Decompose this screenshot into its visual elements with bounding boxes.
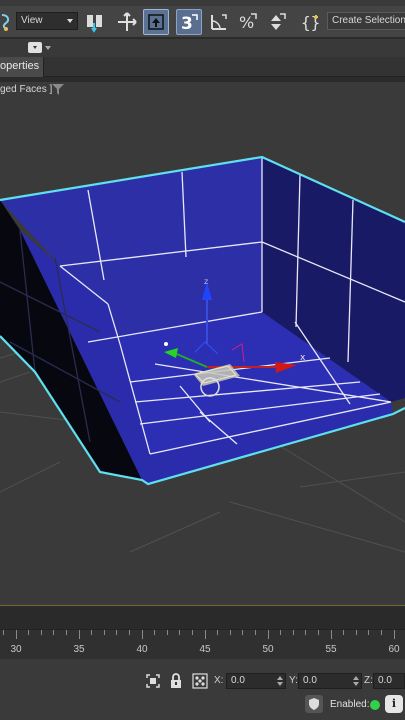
y-coord-value: 0.0 — [303, 675, 317, 686]
absolute-mode-icon[interactable] — [192, 673, 208, 689]
ruler-tick — [318, 630, 319, 635]
z-coord-field[interactable]: 0.0 — [373, 673, 405, 689]
ruler-tick — [192, 630, 193, 635]
enabled-status-icon[interactable] — [370, 700, 380, 710]
spinner-icon[interactable] — [277, 675, 283, 687]
gizmo-x-label: x — [300, 353, 306, 363]
ruler-tick — [204, 630, 206, 639]
lock-icon[interactable] — [168, 673, 184, 689]
main-toolbar: View 3 % {} Create Selection S — [0, 6, 405, 38]
chevron-down-icon — [67, 19, 73, 23]
perspective-viewport[interactable]: ged Faces ] z x — [0, 82, 405, 606]
ruler-tick — [154, 630, 156, 635]
ribbon-row — [0, 39, 405, 57]
svg-text:{}: {} — [301, 13, 320, 32]
ruler-tick — [166, 630, 168, 635]
ruler-tick — [28, 630, 30, 635]
x-coord-field[interactable]: 0.0 — [226, 673, 286, 689]
ruler-tick — [3, 630, 4, 635]
status-bar: X: 0.0 Y: 0.0 Z: 0.0 Enabled: i — [0, 659, 405, 720]
ruler-tick — [129, 630, 130, 635]
create-selection-set-field[interactable]: Create Selection S — [327, 12, 405, 30]
y-coord-label: Y: — [289, 675, 298, 686]
ruler-label: 30 — [10, 644, 22, 655]
svg-text:%: % — [239, 13, 254, 32]
x-coord-value: 0.0 — [231, 675, 245, 686]
ruler-tick — [343, 630, 345, 635]
select-object-icon[interactable] — [143, 9, 169, 35]
svg-text:3: 3 — [181, 14, 193, 33]
ruler-tick — [242, 630, 244, 635]
selection-set-text: Create Selection S — [332, 15, 405, 26]
track-bar-ruler[interactable]: 30 35 40 45 50 55 60 — [0, 629, 405, 659]
z-coord-value: 0.0 — [378, 675, 392, 686]
ruler-label: 60 — [388, 644, 400, 655]
ruler-tick — [381, 630, 382, 635]
ruler-label: 45 — [199, 644, 211, 655]
ruler-label: 50 — [262, 644, 274, 655]
y-coord-field[interactable]: 0.0 — [298, 673, 362, 689]
panel-tab-bar: operties — [0, 57, 405, 77]
x-coord-label: X: — [214, 675, 224, 686]
tab-properties[interactable]: operties — [0, 57, 44, 77]
scene-canvas: z x — [0, 155, 405, 553]
pivot-center-icon[interactable] — [82, 9, 108, 35]
info-button[interactable]: i — [385, 695, 403, 713]
ruler-tick — [103, 630, 105, 635]
z-coord-label: Z: — [364, 675, 373, 686]
ruler-tick — [267, 630, 269, 639]
ruler-tick — [91, 630, 93, 635]
ruler-tick — [15, 630, 17, 639]
gizmo-z-label: z — [204, 277, 208, 286]
ruler-tick — [330, 630, 332, 639]
percent-snap-icon[interactable]: % — [235, 9, 261, 35]
view-dropdown-value: View — [21, 15, 43, 26]
ribbon-toggle-button[interactable] — [28, 42, 42, 53]
adaptive-degradation-button[interactable] — [305, 695, 323, 713]
ruler-tick — [229, 630, 231, 635]
angle-snap-icon[interactable] — [206, 9, 232, 35]
ruler-tick — [368, 630, 370, 635]
ruler-label: 35 — [73, 644, 85, 655]
ruler-label: 40 — [136, 644, 148, 655]
ruler-tick — [141, 630, 143, 639]
ruler-tick — [217, 630, 219, 635]
isolate-selection-icon[interactable] — [145, 673, 161, 689]
named-selection-icon[interactable]: {} — [298, 9, 324, 35]
move-gizmo-icon[interactable] — [114, 9, 140, 35]
snap-3d-toggle-icon[interactable]: 3 — [176, 9, 202, 35]
ruler-tick — [305, 630, 307, 635]
ruler-tick — [40, 630, 42, 635]
ruler-tick — [179, 630, 181, 635]
ruler-tick — [355, 630, 357, 635]
ruler-tick — [53, 630, 55, 635]
enabled-label: Enabled: — [330, 699, 370, 710]
ruler-tick — [255, 630, 256, 635]
spinner-snap-icon[interactable] — [263, 9, 289, 35]
chevron-down-icon[interactable] — [45, 46, 51, 50]
ruler-tick — [393, 630, 395, 639]
shield-icon — [309, 698, 319, 710]
ruler-tick — [116, 630, 118, 635]
reference-coordinate-dropdown[interactable]: View — [16, 12, 78, 30]
ruler-tick — [78, 630, 80, 639]
tab-properties-label: operties — [0, 60, 40, 72]
ruler-label: 55 — [325, 644, 337, 655]
time-slider[interactable] — [0, 607, 405, 629]
ruler-tick — [280, 630, 282, 635]
ruler-tick — [292, 630, 294, 635]
ruler-tick — [66, 630, 67, 635]
spinner-icon[interactable] — [353, 675, 359, 687]
